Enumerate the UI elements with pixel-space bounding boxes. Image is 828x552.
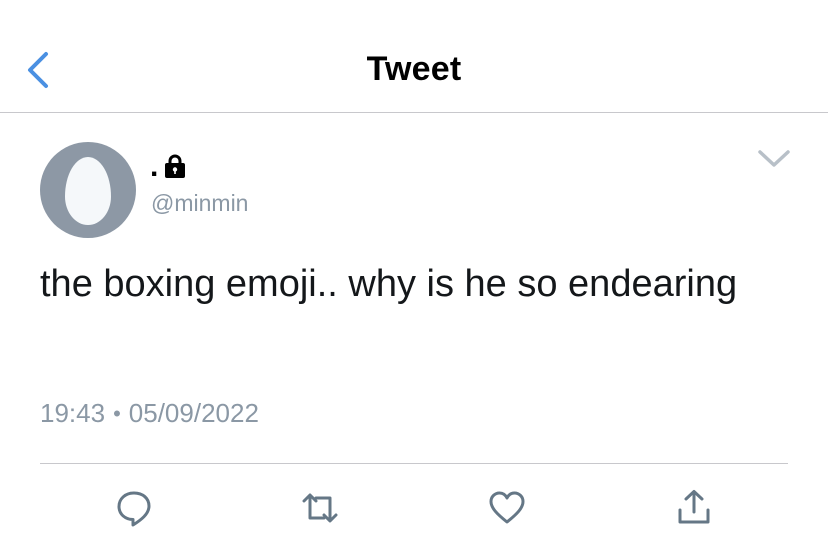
chevron-down-icon: [758, 150, 790, 167]
tweet-time: 19:43: [40, 398, 106, 428]
tweet-text: the boxing emoji.. why is he so endearin…: [40, 263, 738, 305]
user-handle[interactable]: @minmin: [151, 190, 248, 217]
display-name-text: .: [150, 150, 159, 183]
more-options-button[interactable]: [756, 144, 792, 172]
retweet-button[interactable]: [300, 488, 340, 528]
lock-icon: [165, 154, 186, 178]
retweet-icon: [302, 493, 338, 523]
avatar[interactable]: [40, 142, 136, 238]
divider: [40, 463, 788, 464]
page-title: Tweet: [366, 50, 462, 88]
tweet-date: 05/09/2022: [128, 398, 259, 428]
heart-icon: [489, 491, 525, 524]
reply-icon: [117, 491, 151, 527]
share-icon: [678, 490, 710, 524]
separator-dot: •: [113, 400, 121, 426]
like-button[interactable]: [487, 488, 527, 528]
tweet-timestamp: 19:43 • 05/09/2022: [40, 398, 259, 429]
navigation-bar: Tweet: [0, 0, 828, 113]
default-egg-avatar-icon: [65, 157, 111, 225]
reply-button[interactable]: [114, 488, 154, 528]
display-name[interactable]: .: [150, 150, 188, 182]
share-button[interactable]: [674, 488, 714, 528]
